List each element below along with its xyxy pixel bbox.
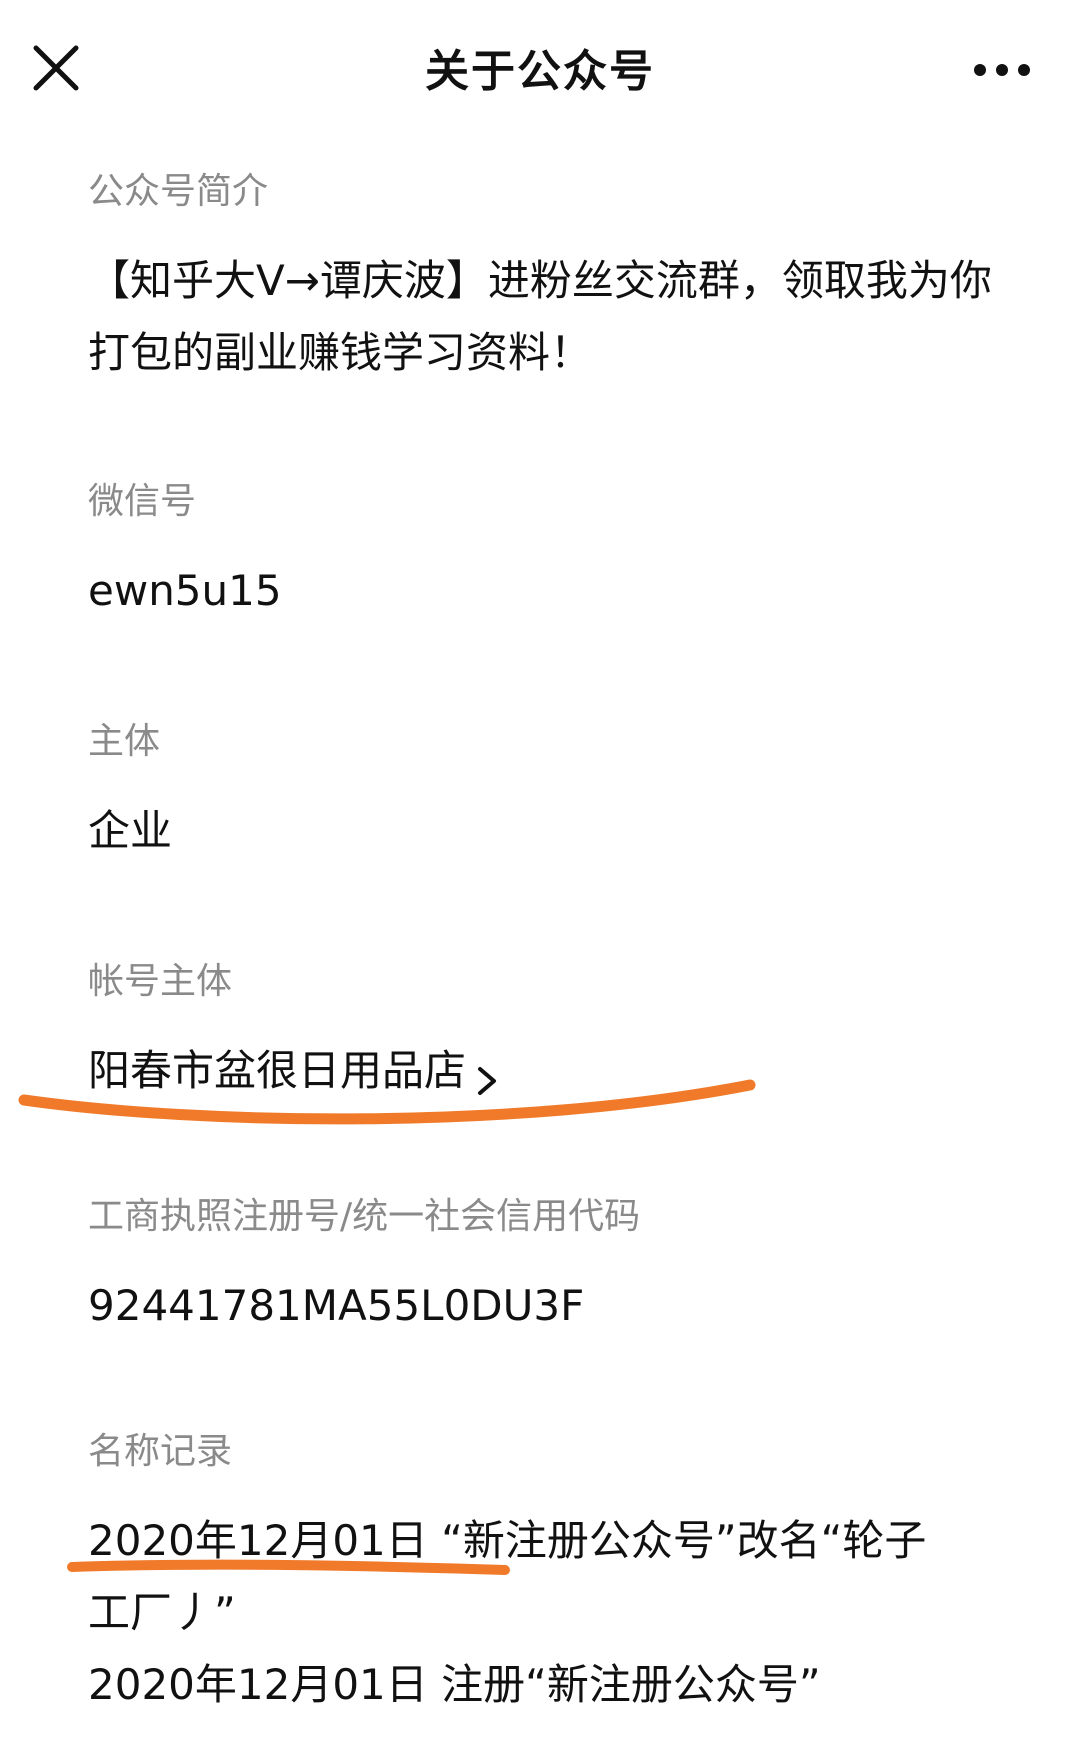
nav-bar: 关于公众号 [0,0,1080,150]
name-record-line: 工厂丿” [88,1588,236,1637]
license-label: 工商执照注册号/统一社会信用代码 [88,1196,641,1237]
intro-text: 【知乎大V→谭庆波】进粉丝交流群，领取我为你打包的副业赚钱学习资料！ [88,256,992,377]
name-record-line: 2020年12月01日 “新注册公众号”改名“轮子 [88,1516,927,1565]
account-entity-link[interactable]: 阳春市盆很日用品店 [88,1035,502,1107]
name-history-label: 名称记录 [88,1431,233,1472]
more-dots-icon[interactable] [970,50,1034,90]
account-entity-label: 帐号主体 [88,961,233,1002]
wechat-id-label: 微信号 [88,481,197,522]
chevron-right-icon [472,1051,502,1095]
entity-type-value: 企业 [88,806,173,855]
account-entity-value: 阳春市盆很日用品店 [88,1046,467,1095]
intro-label: 公众号简介 [88,171,269,212]
license-value: 92441781MA55L0DU3F [88,1281,585,1330]
wechat-id-value: ewn5u15 [88,566,282,615]
name-record-line: 2020年12月01日 注册“新注册公众号” [88,1660,821,1709]
entity-type-label: 主体 [88,721,161,762]
page-title: 关于公众号 [425,46,655,97]
